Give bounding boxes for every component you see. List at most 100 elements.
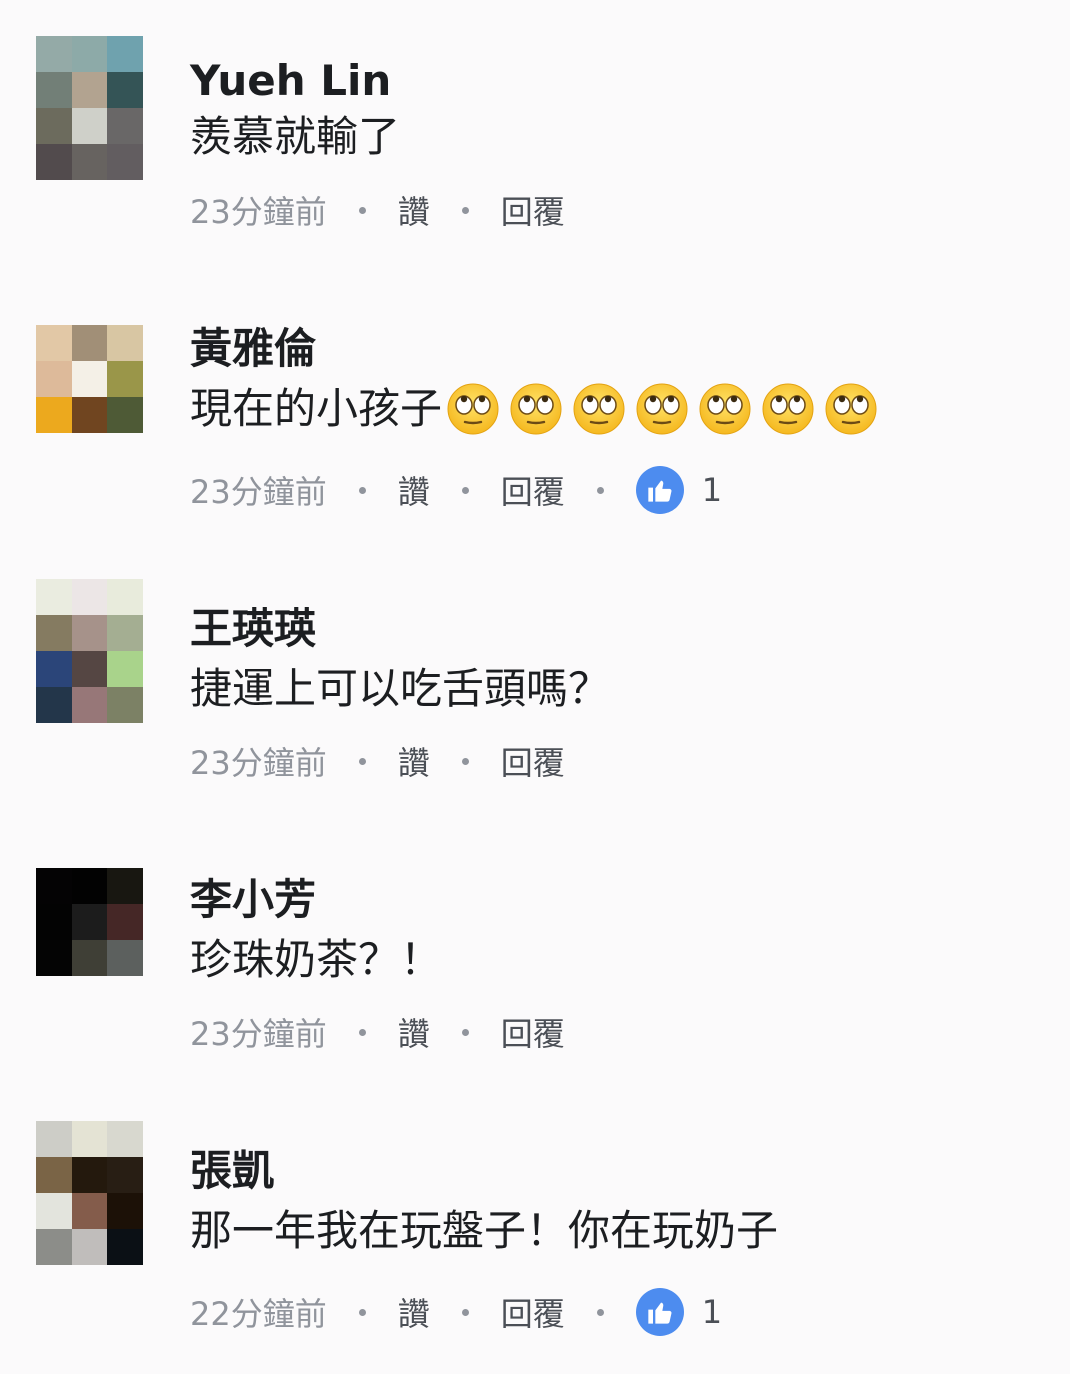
like-link[interactable]: 讚: [398, 738, 430, 784]
commenter-name[interactable]: Yueh Lin: [190, 56, 391, 106]
avatar-pixel: [71, 579, 108, 615]
reaction-count[interactable]: 1: [702, 1293, 722, 1331]
eye-roll-emoji-icon: [635, 382, 689, 436]
like-link[interactable]: 讚: [398, 1289, 430, 1335]
separator-dot: [358, 1028, 366, 1036]
avatar-pixel: [36, 36, 72, 72]
reply-link[interactable]: 回覆: [501, 467, 565, 513]
avatar-pixel: [36, 397, 72, 433]
reply-link[interactable]: 回覆: [501, 738, 565, 784]
avatar-pixel: [71, 1121, 108, 1157]
separator-dot: [358, 757, 366, 765]
separator-dot: [461, 757, 469, 765]
avatar-pixel: [107, 1193, 143, 1229]
avatar-pixel: [36, 1193, 72, 1229]
avatar-pixel: [107, 361, 143, 397]
commenter-name[interactable]: 李小芳: [190, 875, 316, 925]
commenter-name[interactable]: 王瑛瑛: [190, 604, 316, 654]
avatar-pixel: [107, 397, 143, 433]
avatar-pixel: [71, 325, 108, 361]
avatar[interactable]: [36, 868, 143, 976]
timestamp: 23分鐘前: [190, 744, 327, 782]
comment-text: 那一年我在玩盤子！你在玩奶子: [190, 1204, 778, 1258]
like-link[interactable]: 讚: [398, 187, 430, 233]
avatar[interactable]: [36, 579, 143, 723]
avatar-pixel: [71, 72, 108, 108]
avatar-pixel: [71, 1193, 108, 1229]
separator-dot: [461, 486, 469, 494]
avatar-pixel: [107, 144, 143, 180]
eye-roll-emoji-icon: [761, 382, 815, 436]
avatar-pixel: [36, 108, 72, 144]
comment-text: 現在的小孩子: [190, 382, 887, 436]
reply-link[interactable]: 回覆: [501, 1289, 565, 1335]
comment-meta: 23分鐘前 讚 回覆: [190, 188, 565, 232]
avatar-pixel: [107, 651, 143, 687]
comment-meta: 23分鐘前 讚 回覆: [190, 739, 565, 783]
comment-meta: 22分鐘前 讚 回覆 1: [190, 1288, 722, 1336]
separator-dot: [461, 1028, 469, 1036]
avatar-pixel: [71, 1157, 108, 1193]
eye-roll-emoji-icon: [446, 382, 500, 436]
avatar-pixel: [71, 36, 108, 72]
avatar-pixel: [107, 1229, 143, 1265]
avatar-pixel: [107, 108, 143, 144]
commenter-name[interactable]: 黃雅倫: [190, 324, 316, 374]
comment-body: 捷運上可以吃舌頭嗎？: [190, 664, 611, 713]
avatar-pixel: [36, 651, 72, 687]
avatar-pixel: [107, 904, 143, 940]
timestamp: 22分鐘前: [190, 1295, 327, 1333]
separator-dot: [358, 486, 366, 494]
timestamp: 23分鐘前: [190, 1015, 327, 1053]
avatar[interactable]: [36, 325, 143, 433]
avatar-pixel: [36, 687, 72, 723]
reply-link[interactable]: 回覆: [501, 187, 565, 233]
timestamp: 23分鐘前: [190, 473, 327, 511]
avatar[interactable]: [36, 1121, 143, 1265]
timestamp: 23分鐘前: [190, 193, 327, 231]
reaction-count[interactable]: 1: [702, 471, 722, 509]
comment-body: 現在的小孩子: [190, 384, 443, 433]
separator-dot: [596, 486, 604, 494]
avatar-pixel: [107, 687, 143, 723]
avatar-pixel: [71, 144, 108, 180]
thumbs-up-icon[interactable]: [635, 466, 684, 514]
comment-meta: 23分鐘前 讚 回覆 1: [190, 466, 722, 514]
avatar-pixel: [71, 615, 108, 651]
comment-text: 捷運上可以吃舌頭嗎？: [190, 662, 610, 716]
comment-body: 那一年我在玩盤子！你在玩奶子: [190, 1206, 779, 1255]
eye-roll-emoji-icon: [509, 382, 563, 436]
avatar-pixel: [107, 940, 143, 976]
avatar[interactable]: [36, 36, 143, 180]
avatar-pixel: [36, 615, 72, 651]
avatar-pixel: [36, 361, 72, 397]
avatar-pixel: [107, 868, 143, 904]
avatar-pixel: [71, 1229, 108, 1265]
avatar-pixel: [36, 940, 72, 976]
thumbs-up-icon[interactable]: [635, 1288, 684, 1336]
avatar-pixel: [36, 72, 72, 108]
avatar-pixel: [107, 325, 143, 361]
avatar-pixel: [71, 904, 108, 940]
avatar-pixel: [71, 108, 108, 144]
avatar-pixel: [107, 36, 143, 72]
emoji-row: [446, 382, 887, 436]
comment-text: 珍珠奶茶？！: [190, 933, 442, 987]
comment-text: 羨慕就輸了: [190, 110, 400, 164]
avatar-pixel: [107, 72, 143, 108]
avatar-pixel: [71, 687, 108, 723]
avatar-pixel: [71, 868, 108, 904]
like-link[interactable]: 讚: [398, 1009, 430, 1055]
avatar-pixel: [36, 1157, 72, 1193]
like-link[interactable]: 讚: [398, 467, 430, 513]
avatar-pixel: [71, 940, 108, 976]
avatar-pixel: [71, 397, 108, 433]
avatar-pixel: [107, 579, 143, 615]
avatar-pixel: [36, 1121, 72, 1157]
comment-body: 珍珠奶茶？！: [190, 935, 443, 984]
reply-link[interactable]: 回覆: [501, 1009, 565, 1055]
avatar-pixel: [107, 1121, 143, 1157]
avatar-pixel: [36, 144, 72, 180]
commenter-name[interactable]: 張凱: [190, 1146, 274, 1196]
avatar-pixel: [36, 325, 72, 361]
